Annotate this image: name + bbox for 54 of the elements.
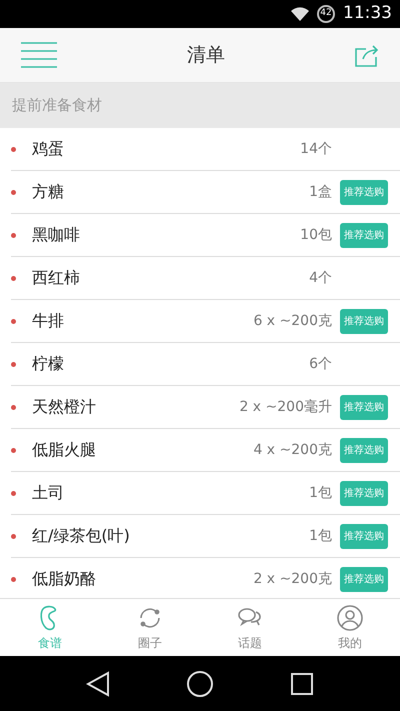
bullet-icon [11, 146, 16, 152]
home-icon[interactable] [186, 670, 214, 698]
item-name: 天然橙汁 [32, 396, 96, 418]
item-amount: 4个 [309, 268, 332, 288]
clock: 11:33 [343, 2, 392, 26]
tab[interactable]: 话题 [200, 599, 300, 656]
bullet-icon [11, 276, 16, 280]
tab[interactable]: 我的 [300, 599, 400, 656]
recents-icon[interactable] [290, 672, 314, 696]
bullet-icon [11, 448, 16, 452]
bullet-icon [11, 404, 16, 410]
recommend-button[interactable]: 推荐选购 [340, 480, 388, 506]
item-amount: 14个 [300, 140, 332, 158]
item-amount: 2 x ~200毫升 [239, 398, 332, 416]
item-amount: 10包 [300, 226, 332, 244]
bullet-icon [11, 490, 16, 496]
bullet-icon [11, 534, 16, 538]
recommend-button[interactable]: 推荐选购 [340, 524, 388, 548]
item-amount: 2 x ~200克 [253, 570, 332, 588]
recommend-button[interactable]: 推荐选购 [340, 222, 388, 248]
recommend-button[interactable]: 推荐选购 [340, 180, 388, 204]
battery-level: 42 [317, 5, 335, 23]
back-icon[interactable] [86, 670, 110, 696]
item-name: 鸡蛋 [32, 138, 64, 160]
recommend-button[interactable]: 推荐选购 [340, 394, 388, 420]
item-amount: 6 x ~200克 [253, 312, 332, 330]
profile-icon [336, 604, 364, 632]
item-name: 低脂奶酪 [32, 568, 96, 590]
tab[interactable]: 食谱 [0, 599, 100, 656]
item-name: 柠檬 [32, 353, 64, 375]
wifi-icon [291, 7, 309, 21]
item-name: 红/绿茶包(叶) [32, 525, 130, 547]
recommend-button[interactable]: 推荐选购 [340, 566, 388, 592]
bullet-icon [11, 232, 16, 238]
tab[interactable]: 圈子 [100, 599, 200, 656]
item-name: 方糖 [32, 181, 64, 203]
item-name: 西红柿 [32, 267, 80, 289]
item-name: 低脂火腿 [32, 439, 96, 461]
item-amount: 4 x ~200克 [253, 440, 332, 460]
item-amount: 1包 [309, 484, 332, 502]
bullet-icon [11, 362, 16, 366]
item-name: 土司 [32, 482, 64, 504]
recommend-button[interactable]: 推荐选购 [340, 438, 388, 462]
item-name: 牛排 [32, 310, 64, 332]
bullet-icon [11, 190, 16, 194]
bullet-icon [11, 318, 16, 324]
page-title: 清单 [187, 42, 225, 68]
item-amount: 1盒 [309, 182, 332, 202]
bullet-icon [11, 576, 16, 582]
item-name: 黑咖啡 [32, 224, 80, 246]
item-amount: 1包 [309, 526, 332, 546]
item-amount: 6个 [309, 354, 332, 374]
section-title: 提前准备食材 [12, 95, 102, 116]
recommend-button[interactable]: 推荐选购 [340, 308, 388, 334]
